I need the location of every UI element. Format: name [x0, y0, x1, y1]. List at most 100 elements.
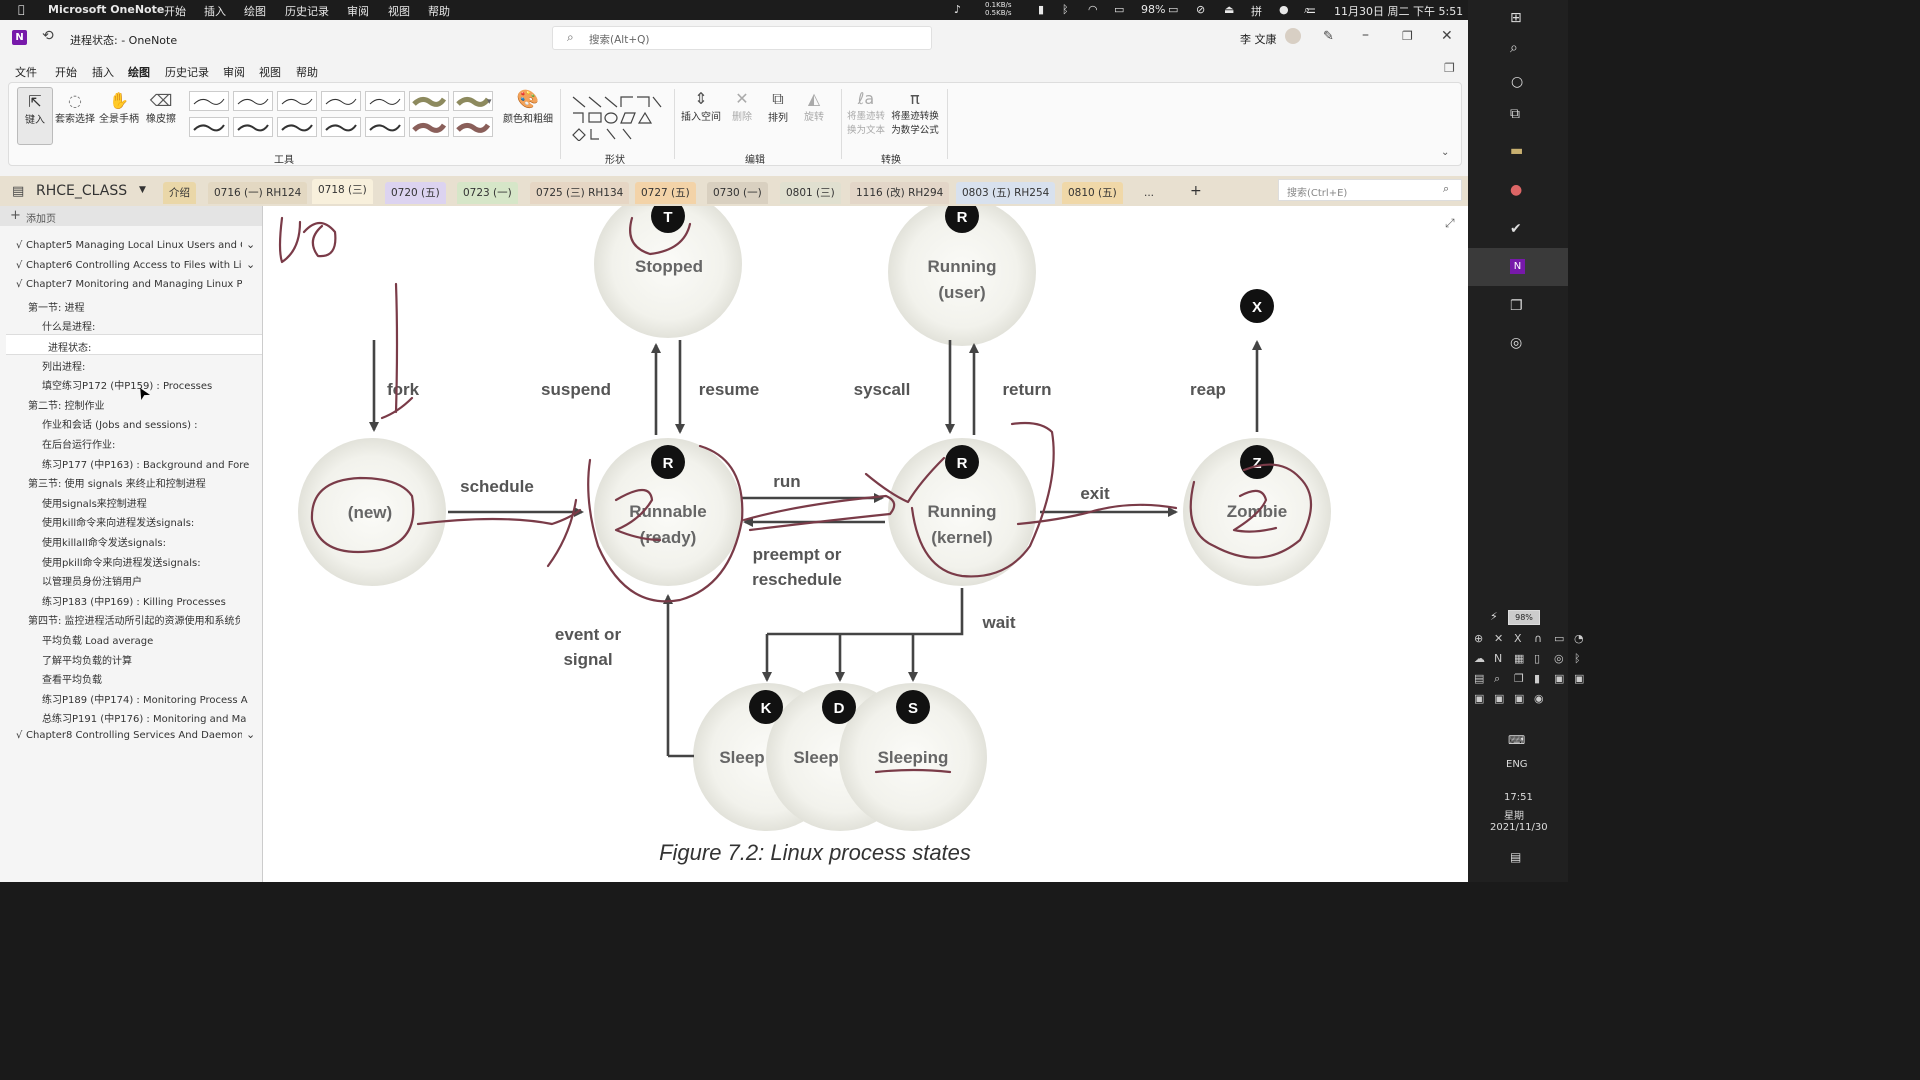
- clock-icon[interactable]: ◔: [1574, 632, 1584, 645]
- page-item[interactable]: 使用killall命令发送signals:: [0, 530, 262, 549]
- pen-icon[interactable]: ✎: [1323, 29, 1334, 44]
- type-tool-button[interactable]: ⇱ 键入: [17, 87, 53, 145]
- section-tab[interactable]: 0716 (一) RH124: [208, 182, 308, 204]
- tab-insert[interactable]: 插入: [92, 64, 114, 80]
- clock[interactable]: 11月30日 周二 下午 5:51: [1334, 3, 1463, 19]
- battery-indicator[interactable]: 98%: [1508, 610, 1540, 625]
- taskbar-time[interactable]: 17:51: [1504, 792, 1533, 803]
- pen-preset[interactable]: [453, 117, 493, 137]
- todo-icon[interactable]: ✔: [1510, 221, 1522, 237]
- notebook-search-input[interactable]: 搜索(Ctrl+E) ⌕: [1278, 179, 1462, 201]
- collapse-ribbon-icon[interactable]: ⌄: [1441, 147, 1449, 158]
- pen-preset[interactable]: [189, 91, 229, 111]
- apple-icon[interactable]: : [18, 3, 25, 16]
- pan-tool-button[interactable]: ✋ 全景手柄: [99, 87, 139, 125]
- tab-help[interactable]: 帮助: [296, 64, 318, 80]
- windows-start-icon[interactable]: ⊞: [1510, 10, 1522, 26]
- firefox-icon[interactable]: ●: [1510, 182, 1522, 198]
- page-item[interactable]: √ Chapter5 Managing Local Linux Users and…: [0, 236, 262, 255]
- grid-icon[interactable]: ▦: [1514, 652, 1524, 665]
- app-icon[interactable]: ▤: [1474, 672, 1484, 685]
- section-tab[interactable]: 0725 (三) RH134: [530, 182, 630, 204]
- onenote-taskbar-button[interactable]: N: [1468, 248, 1568, 286]
- script-icon[interactable]: ♪: [954, 3, 961, 16]
- page-item[interactable]: 填空练习P172 (中P159) : Processes: [0, 373, 262, 392]
- pen-preset[interactable]: [277, 91, 317, 111]
- pen-preset[interactable]: [365, 117, 405, 137]
- cloud-icon[interactable]: ☁: [1474, 652, 1485, 665]
- chevron-down-icon[interactable]: ⌄: [246, 258, 255, 271]
- tab-review[interactable]: 审阅: [223, 64, 245, 80]
- menubar-item[interactable]: 视图: [388, 3, 410, 19]
- keyboard-icon[interactable]: ⌨: [1508, 733, 1525, 747]
- cortana-icon[interactable]: ○: [1511, 74, 1523, 90]
- tab-file[interactable]: 文件: [15, 64, 37, 80]
- display-icon[interactable]: ▭: [1114, 3, 1124, 16]
- page-item[interactable]: 作业和会话 (Jobs and sessions) :: [0, 412, 262, 431]
- headphones-icon[interactable]: ∩: [1534, 632, 1542, 645]
- page-item[interactable]: 使用signals来控制进程: [0, 491, 262, 510]
- page-item[interactable]: 第四节: 监控进程活动所引起的资源使用和系统负: [0, 608, 262, 627]
- minimize-icon[interactable]: –: [1362, 27, 1369, 43]
- avatar[interactable]: [1285, 28, 1301, 44]
- ink-to-math-button[interactable]: π 将墨迹转换为数学公式: [889, 87, 941, 136]
- page-canvas[interactable]: ⤢ T R X R R Z K D S Stopped Running (use…: [263, 206, 1468, 882]
- pen-preset[interactable]: [189, 117, 229, 137]
- app-icon[interactable]: ▣: [1474, 692, 1484, 705]
- onenote-tray-icon[interactable]: N: [1494, 652, 1502, 665]
- phone-icon[interactable]: ▮: [1038, 3, 1044, 16]
- phone-icon[interactable]: ▯: [1534, 652, 1540, 665]
- pen-preset[interactable]: [233, 117, 273, 137]
- insert-space-button[interactable]: ⇕ 插入空间: [677, 87, 725, 123]
- section-tab[interactable]: 0727 (五): [635, 182, 696, 204]
- page-item[interactable]: 练习P183 (中P169) : Killing Processes: [0, 589, 262, 608]
- file-explorer-icon[interactable]: ▬: [1510, 143, 1523, 159]
- collapse-check-icon[interactable]: √: [16, 260, 22, 271]
- steam-icon[interactable]: ◎: [1554, 652, 1564, 665]
- bluetooth-icon[interactable]: ᛒ: [1062, 3, 1069, 16]
- collapse-check-icon[interactable]: √: [16, 279, 22, 290]
- window-icon[interactable]: ❐: [1510, 298, 1523, 314]
- eraser-button[interactable]: ⌫ 橡皮擦: [143, 87, 179, 125]
- notification-icon[interactable]: ▤: [1510, 850, 1521, 864]
- menubar-item[interactable]: 绘图: [244, 3, 266, 19]
- section-tab[interactable]: ...: [1138, 182, 1161, 204]
- page-item[interactable]: 第二节: 控制作业: [0, 393, 262, 412]
- tab-home[interactable]: 开始: [55, 64, 77, 80]
- add-section-icon[interactable]: +: [1190, 183, 1202, 199]
- monitor-icon[interactable]: ▭: [1554, 632, 1564, 645]
- page-item[interactable]: 使用pkill命令来向进程发送signals:: [0, 550, 262, 569]
- page-item[interactable]: 第一节: 进程: [0, 295, 262, 314]
- chevron-down-icon[interactable]: ⌄: [246, 238, 255, 251]
- page-item[interactable]: 练习P189 (中P174) : Monitoring Process A: [0, 687, 262, 706]
- page-item[interactable]: 查看平均负载: [0, 667, 262, 686]
- page-item[interactable]: 在后台运行作业:: [0, 432, 262, 451]
- globe-icon[interactable]: ⊕: [1474, 632, 1483, 645]
- search-icon[interactable]: ⌕: [1510, 40, 1518, 56]
- page-item[interactable]: 总练习P191 (中P176) : Monitoring and Ma: [0, 706, 262, 725]
- menubar-item[interactable]: 帮助: [428, 3, 450, 19]
- tab-view[interactable]: 视图: [259, 64, 281, 80]
- shapes-gallery[interactable]: [569, 93, 665, 141]
- menubar-item[interactable]: 开始: [164, 3, 186, 19]
- pen-preset[interactable]: [233, 91, 273, 111]
- menubar-app-name[interactable]: Microsoft OneNote: [48, 3, 164, 16]
- chevron-down-icon[interactable]: ⌄: [246, 728, 255, 741]
- app-icon[interactable]: ▣: [1574, 672, 1584, 685]
- eject-icon[interactable]: ⏏: [1224, 3, 1234, 16]
- restore-icon[interactable]: ❐: [1402, 29, 1413, 43]
- close-icon[interactable]: ✕: [1441, 28, 1453, 44]
- page-item[interactable]: 了解平均负载的计算: [0, 648, 262, 667]
- user-name[interactable]: 李 文康: [1240, 31, 1277, 47]
- ribbon-mode-icon[interactable]: ❐: [1444, 61, 1455, 75]
- page-item[interactable]: √ Chapter8 Controlling Services And Daemo…: [0, 726, 262, 745]
- chrome-icon[interactable]: ◎: [1510, 335, 1522, 351]
- section-tab[interactable]: 0720 (五): [385, 182, 446, 204]
- rotate-button[interactable]: ◭ 旋转: [797, 87, 831, 123]
- page-item[interactable]: √ Chapter6 Controlling Access to Files wi…: [0, 256, 262, 275]
- pen-preset[interactable]: [365, 91, 405, 111]
- wifi-icon[interactable]: ◠: [1088, 3, 1098, 16]
- section-tab[interactable]: 1116 (改) RH294: [850, 182, 950, 204]
- app-icon[interactable]: ▣: [1494, 692, 1504, 705]
- search-box[interactable]: ⌕ 搜索(Alt+Q): [552, 26, 932, 50]
